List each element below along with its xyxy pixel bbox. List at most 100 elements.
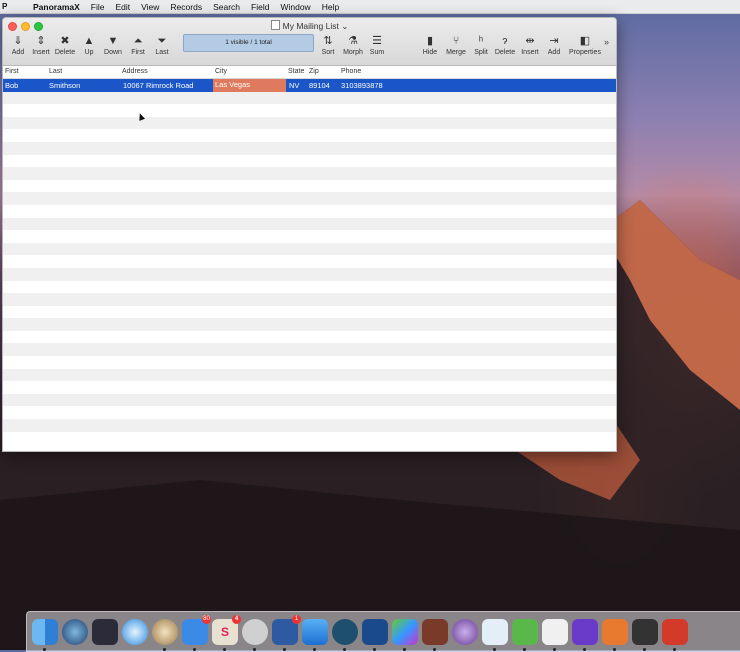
tasks-dock-icon[interactable]: 1 [272,614,301,651]
finder-dock-icon[interactable] [32,618,58,651]
tasks-badge: 1 [292,614,301,624]
empty-row [3,154,616,168]
toolbar-overflow-icon[interactable]: » [604,37,609,47]
delete-record-button[interactable]: ✖ Delete [53,34,77,56]
tree-app-dock-icon[interactable] [332,618,358,651]
menu-field[interactable]: Field [251,2,269,12]
flask-icon: ⚗ [348,35,358,47]
notes-app-dock-icon[interactable] [602,618,628,651]
clock-dock-icon[interactable] [152,618,178,651]
record-grid: Bob Smithson 10067 Rimrock Road Las Vega… [3,79,616,445]
cell-phone[interactable]: 3103893878 [341,81,383,90]
cube-app-dock-icon[interactable] [392,618,418,651]
up-button[interactable]: ▲ Up [79,34,99,56]
first-arrow-icon: ⏶ [133,35,143,47]
keynote-dock-icon[interactable] [482,618,508,651]
split-icon: ʰ [478,35,484,47]
add-record-button[interactable]: ⇓ Add [6,34,30,56]
menu-records[interactable]: Records [170,2,202,12]
cell-state[interactable]: NV [289,81,299,90]
last-arrow-icon: ⏷ [157,35,167,47]
down-button[interactable]: ▼ Down [102,34,124,56]
merge-field-button[interactable]: ⑂ Merge [443,34,469,56]
insert-record-icon: ⇕ [36,35,46,47]
cell-city[interactable]: Las Vegas [213,79,286,92]
empty-row [3,305,616,319]
empty-row [3,330,616,344]
cell-last[interactable]: Smithson [49,81,80,90]
dictionary-dock-icon[interactable] [542,618,568,651]
minecraft-dock-icon[interactable] [512,618,538,651]
menu-search[interactable]: Search [213,2,240,12]
window-title: My Mailing List ⌄ [3,20,616,32]
empty-row [3,179,616,193]
column-header-first[interactable]: First [5,68,19,75]
mailing-list-window: My Mailing List ⌄ ⇓ Add ⇕ Insert ✖ Delete ▲… [2,17,617,452]
final-cut-dock-icon[interactable] [632,618,658,651]
empty-row [3,368,616,382]
panorama-dock-icon[interactable] [362,618,388,651]
delete-field-button[interactable]: ɂ Delete [493,34,517,56]
insert-record-button[interactable]: ⇕ Insert [29,34,53,56]
menu-view[interactable]: View [141,2,159,12]
empty-row [3,204,616,218]
menu-edit[interactable]: Edit [115,2,130,12]
empty-row [3,318,616,331]
menu-bar: P PanoramaX File Edit View Records Searc… [0,0,740,14]
morph-button[interactable]: ⚗ Morph [340,34,366,56]
column-header-last[interactable]: Last [49,68,62,75]
sort-button[interactable]: ⇅ Sort [317,34,339,56]
insert-field-icon: ⇹ [525,35,535,47]
cell-first[interactable]: Bob [5,81,18,90]
add-field-icon: ⇥ [549,35,559,47]
first-button[interactable]: ⏶ First [127,34,149,56]
empty-row [3,343,616,357]
menu-help[interactable]: Help [322,2,339,12]
last-button[interactable]: ⏷ Last [151,34,173,56]
mission-control-dock-icon[interactable] [92,618,118,645]
chevron-down-icon[interactable]: ⌄ [341,21,348,31]
hide-field-button[interactable]: ▮ Hide [419,34,441,56]
record-status: 1 visible / 1 total [183,34,314,52]
xcode-dock-icon[interactable] [302,618,328,651]
empty-row [3,116,616,130]
purple-app-dock-icon[interactable] [572,618,598,651]
insert-field-button[interactable]: ⇹ Insert [518,34,542,56]
cell-address[interactable]: 10067 Rimrock Road [123,81,193,90]
column-header-city[interactable]: City [215,68,227,75]
siri-dock-icon[interactable] [62,618,88,645]
empty-row [3,431,616,445]
empty-row [3,129,616,142]
symbol-app-dock-icon[interactable] [452,618,478,645]
empty-row [3,280,616,294]
window-titlebar: My Mailing List ⌄ ⇓ Add ⇕ Insert ✖ Delete ▲… [3,18,616,66]
add-field-button[interactable]: ⇥ Add [543,34,565,56]
column-header-zip[interactable]: Zip [309,68,319,75]
properties-icon: ◧ [579,35,591,47]
delete-x-icon: ✖ [60,35,70,47]
messages-dock-icon[interactable] [242,618,268,651]
safari-dock-icon[interactable] [122,618,148,645]
empty-row [3,393,616,407]
sum-button[interactable]: ☰ Sum [366,34,388,56]
menu-file[interactable]: File [91,2,105,12]
mail-dock-icon[interactable]: 80 [182,614,211,651]
column-header-address[interactable]: Address [122,68,148,75]
menu-app-name[interactable]: PanoramaX [33,2,80,12]
sum-icon: ☰ [372,35,382,47]
column-header-phone[interactable]: Phone [341,68,361,75]
split-field-button[interactable]: ʰ Split [470,34,492,56]
table-row[interactable]: Bob Smithson 10067 Rimrock Road Las Vega… [3,79,616,92]
red-app-dock-icon[interactable] [662,618,688,651]
empty-row [3,381,616,394]
cell-zip[interactable]: 89104 [309,81,330,90]
empty-row [3,141,616,155]
column-headers: First Last Address City State Zip Phone [3,66,616,79]
properties-button[interactable]: ◧ Properties [567,34,603,56]
empty-row [3,104,616,117]
menu-window[interactable]: Window [280,2,310,12]
column-header-state[interactable]: State [288,68,304,75]
slack-dock-icon[interactable]: S4 [212,614,241,651]
panorama-status-icon[interactable]: P [2,2,9,11]
box-app-dock-icon[interactable] [422,618,448,651]
